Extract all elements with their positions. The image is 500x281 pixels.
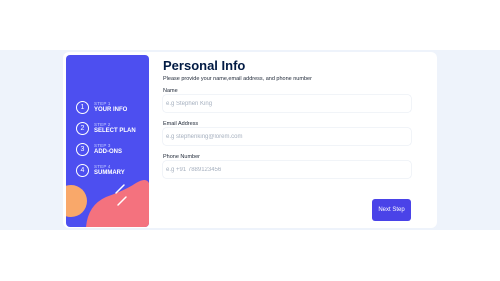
step-title: SELECT PLAN bbox=[94, 128, 136, 135]
step-number: 1 bbox=[76, 101, 89, 114]
step-label: STEP 3 bbox=[94, 142, 111, 148]
step-number: 4 bbox=[76, 164, 89, 177]
page-title: Personal Info bbox=[163, 58, 246, 73]
step-item-add-ons[interactable]: 3 STEP 3 ADD-ONS bbox=[76, 139, 136, 160]
step-label: STEP 2 bbox=[94, 121, 111, 127]
name-input[interactable] bbox=[163, 95, 411, 112]
name-label: Name bbox=[163, 88, 178, 94]
step-item-summary[interactable]: 4 STEP 4 SUMMARY bbox=[76, 160, 136, 181]
step-title: YOUR INFO bbox=[94, 107, 128, 114]
steps-list: 1 STEP 1 YOUR INFO 2 STEP 2 SELECT PLAN … bbox=[76, 97, 136, 181]
step-item-select-plan[interactable]: 2 STEP 2 SELECT PLAN bbox=[76, 118, 136, 139]
email-input[interactable] bbox=[163, 128, 411, 145]
step-item-your-info[interactable]: 1 STEP 1 YOUR INFO bbox=[76, 97, 136, 118]
form-main: Personal Info Please provide your name,e… bbox=[163, 58, 425, 82]
step-label: STEP 4 bbox=[94, 163, 111, 169]
orange-blob-shape bbox=[66, 185, 87, 217]
phone-input[interactable] bbox=[163, 161, 411, 178]
next-step-button[interactable]: Next Step bbox=[372, 199, 411, 221]
email-label: Email Address bbox=[163, 121, 199, 127]
page-subtitle: Please provide your name,email address, … bbox=[163, 76, 312, 82]
sidebar: 1 STEP 1 YOUR INFO 2 STEP 2 SELECT PLAN … bbox=[66, 55, 149, 227]
phone-label: Phone Number bbox=[163, 154, 200, 160]
step-number: 2 bbox=[76, 122, 89, 135]
step-number: 3 bbox=[76, 143, 89, 156]
step-title: SUMMARY bbox=[94, 170, 125, 177]
pink-blob-shape bbox=[86, 180, 149, 227]
step-label: STEP 1 bbox=[94, 100, 111, 106]
step-title: ADD-ONS bbox=[94, 149, 122, 156]
